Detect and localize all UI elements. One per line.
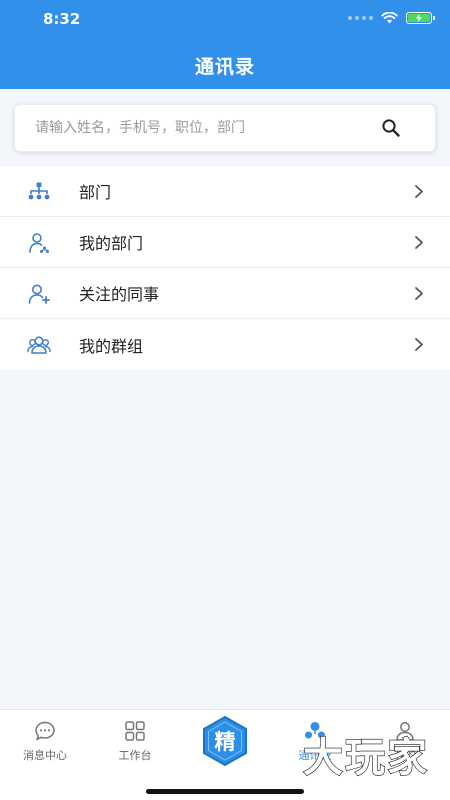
search-section xyxy=(0,89,450,166)
tab-label: 工作台 xyxy=(118,749,152,762)
menu-item-label: 部门 xyxy=(79,183,112,202)
tab-message-center[interactable]: 消息中心 xyxy=(0,710,90,770)
signal-icon xyxy=(348,16,373,20)
menu-item-followed-colleagues[interactable]: 关注的同事 xyxy=(0,268,450,319)
status-indicators xyxy=(348,12,435,24)
users-group-icon xyxy=(27,336,51,354)
search-bar[interactable] xyxy=(14,104,436,152)
search-icon[interactable] xyxy=(381,118,401,138)
chevron-right-icon xyxy=(415,287,423,300)
watermark-logo: 大玩家 xyxy=(302,734,429,781)
menu-item-label: 关注的同事 xyxy=(79,285,160,304)
chevron-right-icon xyxy=(415,338,423,351)
menu-item-my-groups[interactable]: 我的群组 xyxy=(0,319,450,370)
grid-icon xyxy=(125,721,145,741)
user-group-badge-icon xyxy=(29,233,49,253)
user-add-icon xyxy=(28,284,50,304)
status-time: 8:32 xyxy=(43,10,81,28)
search-input[interactable] xyxy=(35,105,365,151)
wifi-icon xyxy=(381,12,398,24)
home-indicator[interactable] xyxy=(146,789,304,794)
app-header: 8:32 通讯录 xyxy=(0,0,450,89)
battery-icon xyxy=(406,12,435,24)
svg-text:大玩家: 大玩家 xyxy=(303,735,429,781)
menu-item-departments[interactable]: 部门 xyxy=(0,166,450,217)
menu-item-label: 我的群组 xyxy=(79,336,144,356)
tab-label: 消息中心 xyxy=(23,749,67,762)
contacts-menu: 部门 我的部门 关注的同事 我的群组 xyxy=(0,166,450,370)
menu-item-label: 我的部门 xyxy=(79,234,144,253)
page-title: 通讯录 xyxy=(194,56,255,78)
org-chart-icon xyxy=(28,182,50,200)
chevron-right-icon xyxy=(415,185,423,198)
menu-item-my-department[interactable]: 我的部门 xyxy=(0,217,450,268)
chat-bubble-icon xyxy=(35,721,55,741)
hexagon-logo-icon[interactable]: 精 xyxy=(199,715,251,767)
center-tab-label: 精 xyxy=(215,730,236,754)
tab-workbench[interactable]: 工作台 xyxy=(90,710,180,770)
chevron-right-icon xyxy=(415,236,423,249)
